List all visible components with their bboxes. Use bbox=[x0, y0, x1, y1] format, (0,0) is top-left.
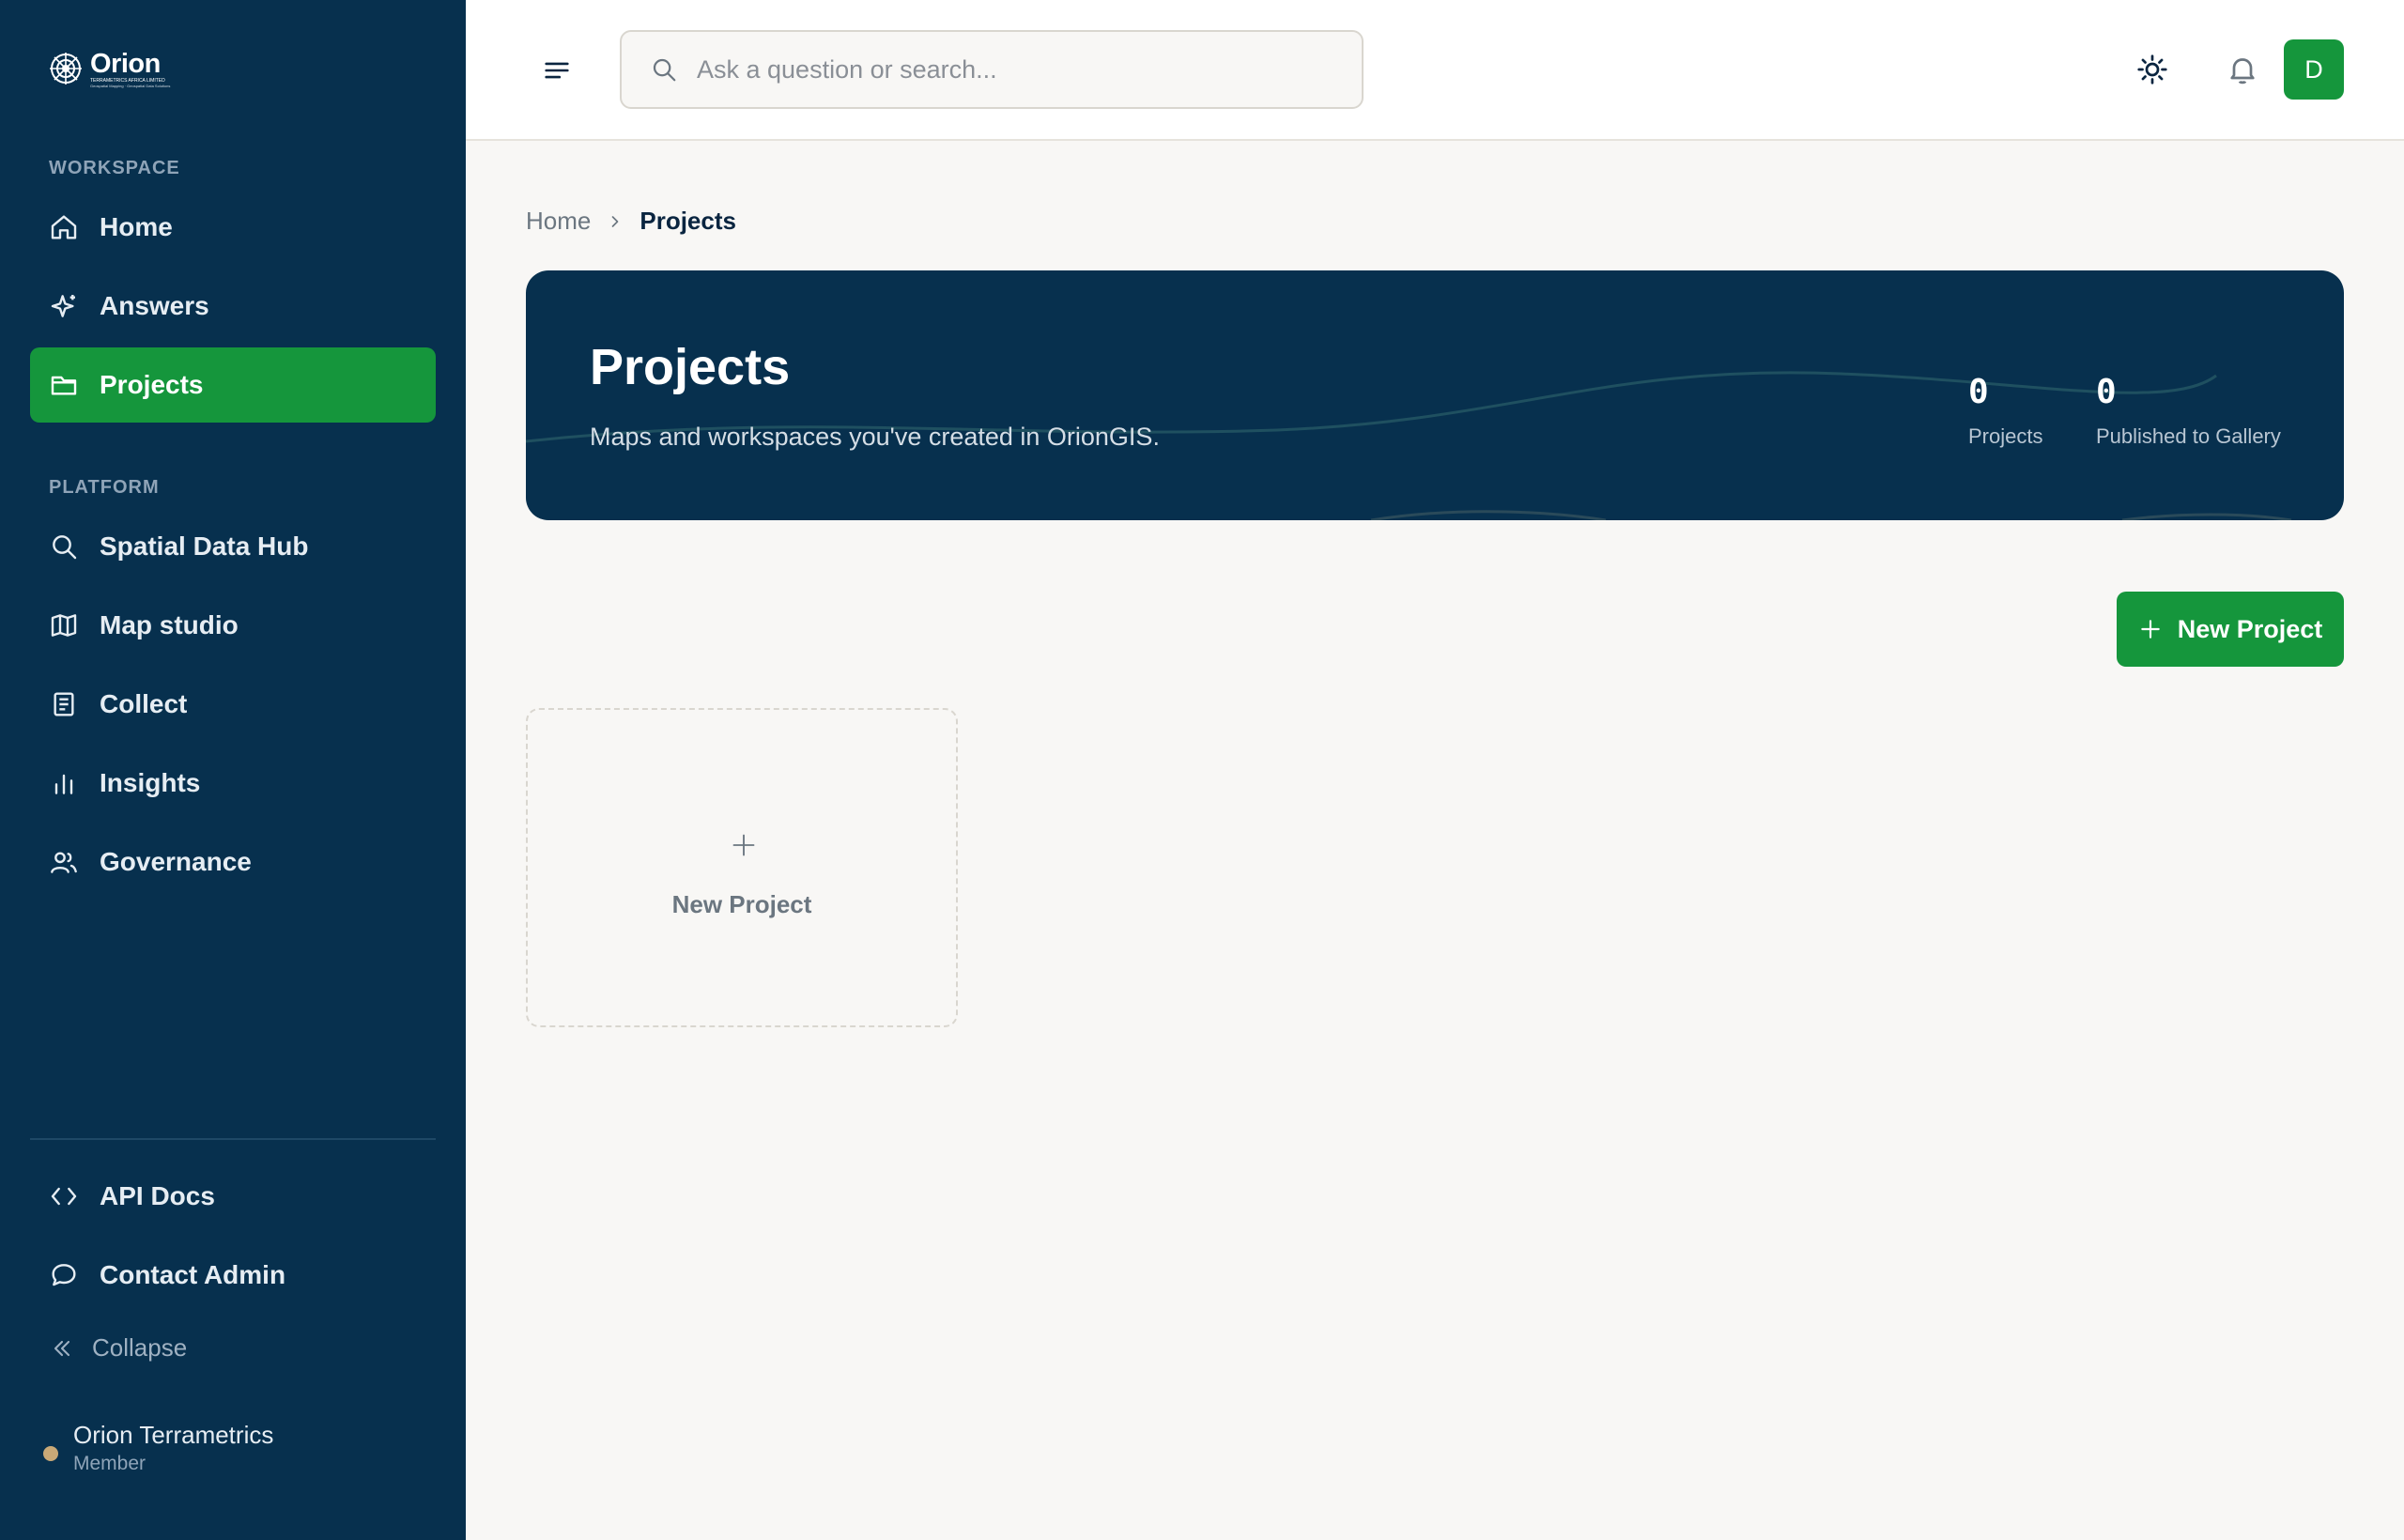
breadcrumb: Home Projects bbox=[526, 207, 736, 236]
sidebar-item-label: Map studio bbox=[100, 610, 239, 639]
sidebar-item-label: Spatial Data Hub bbox=[100, 531, 309, 561]
theme-toggle-sun-icon[interactable] bbox=[2135, 53, 2169, 86]
platform-section-label: PLATFORM bbox=[49, 477, 160, 498]
sidebar: Orion TERRAMETRICS AFRICA LIMITED Geospa… bbox=[0, 0, 466, 1540]
sidebar-item-insights[interactable]: Insights bbox=[30, 746, 436, 821]
search-bar[interactable] bbox=[620, 30, 1364, 109]
notification-bell-icon[interactable] bbox=[2226, 53, 2259, 86]
home-icon bbox=[51, 215, 77, 239]
sidebar-item-label: Projects bbox=[100, 370, 204, 399]
sidebar-item-contact-admin[interactable]: Contact Admin bbox=[30, 1238, 436, 1313]
brand-tagline: Geospatial Mapping · Geospatial Data Sol… bbox=[90, 83, 171, 88]
plus-icon bbox=[732, 834, 755, 856]
workspace-section-label: WORKSPACE bbox=[49, 158, 180, 178]
sidebar-item-projects[interactable]: Projects bbox=[30, 347, 436, 423]
hero-wave-decoration bbox=[526, 371, 2292, 520]
sidebar-item-governance[interactable]: Governance bbox=[30, 824, 436, 900]
topbar: D bbox=[466, 0, 2404, 141]
sidebar-item-home[interactable]: Home bbox=[30, 190, 436, 265]
user-avatar[interactable]: D bbox=[2284, 39, 2344, 100]
sidebar-item-answers[interactable]: Answers bbox=[30, 269, 436, 344]
search-input[interactable] bbox=[697, 54, 1317, 85]
stat-projects-label: Projects bbox=[1968, 424, 2043, 448]
breadcrumb-current: Projects bbox=[640, 207, 736, 235]
stat-published-label: Published to Gallery bbox=[2096, 424, 2281, 448]
page-subtitle: Maps and workspaces you've created in Or… bbox=[590, 423, 1160, 451]
sidebar-item-label: API Docs bbox=[100, 1181, 215, 1210]
page-title: Projects bbox=[590, 339, 791, 395]
user-role: Member bbox=[73, 1453, 146, 1474]
search-icon bbox=[653, 58, 676, 82]
sidebar-item-collect[interactable]: Collect bbox=[30, 667, 436, 742]
user-name: Orion Terrametrics bbox=[73, 1421, 274, 1449]
collapse-label: Collapse bbox=[92, 1333, 188, 1362]
map-icon bbox=[51, 614, 77, 637]
chevrons-left-icon bbox=[54, 1340, 70, 1356]
brand-logo[interactable]: Orion TERRAMETRICS AFRICA LIMITED Geospa… bbox=[47, 49, 170, 88]
plus-icon bbox=[2140, 620, 2160, 639]
sidebar-item-spatial-data-hub[interactable]: Spatial Data Hub bbox=[30, 509, 436, 584]
menu-icon[interactable] bbox=[541, 54, 573, 86]
sidebar-item-label: Governance bbox=[100, 847, 252, 876]
folder-icon bbox=[51, 376, 77, 395]
new-project-button-label: New Project bbox=[2177, 614, 2323, 643]
new-project-button[interactable]: New Project bbox=[2117, 592, 2344, 667]
sidebar-divider bbox=[30, 1138, 436, 1140]
sidebar-item-api-docs[interactable]: API Docs bbox=[30, 1159, 436, 1234]
sidebar-item-label: Collect bbox=[100, 689, 188, 718]
sidebar-item-label: Insights bbox=[100, 768, 201, 797]
chat-icon bbox=[52, 1264, 76, 1286]
new-project-card[interactable]: New Project bbox=[526, 708, 958, 1027]
user-profile[interactable]: Orion Terrametrics Member bbox=[43, 1420, 273, 1478]
stat-projects-value: 0 bbox=[1968, 373, 1989, 411]
clipboard-icon bbox=[54, 692, 74, 716]
chevron-right-icon bbox=[612, 215, 619, 227]
brand-name: Orion bbox=[90, 48, 161, 79]
user-status-dot bbox=[43, 1446, 58, 1461]
stat-published: 0 Published to Gallery bbox=[2096, 374, 2281, 449]
sparkle-icon bbox=[51, 295, 75, 317]
breadcrumb-home[interactable]: Home bbox=[526, 207, 591, 236]
stat-published-value: 0 bbox=[2096, 373, 2117, 411]
sidebar-item-map-studio[interactable]: Map studio bbox=[30, 588, 436, 663]
bar-chart-icon bbox=[54, 774, 73, 794]
stat-projects: 0 Projects bbox=[1968, 374, 2042, 449]
projects-hero-banner: Projects Maps and workspaces you've crea… bbox=[526, 270, 2344, 520]
collapse-button[interactable]: Collapse bbox=[49, 1333, 187, 1363]
sidebar-item-label: Home bbox=[100, 212, 173, 241]
code-icon bbox=[51, 1187, 77, 1206]
sidebar-item-label: Contact Admin bbox=[100, 1260, 286, 1289]
orion-logo-icon bbox=[50, 53, 82, 85]
users-icon bbox=[51, 852, 77, 873]
sidebar-item-label: Answers bbox=[100, 291, 209, 320]
new-project-card-label: New Project bbox=[671, 890, 812, 918]
search-icon bbox=[53, 535, 77, 560]
